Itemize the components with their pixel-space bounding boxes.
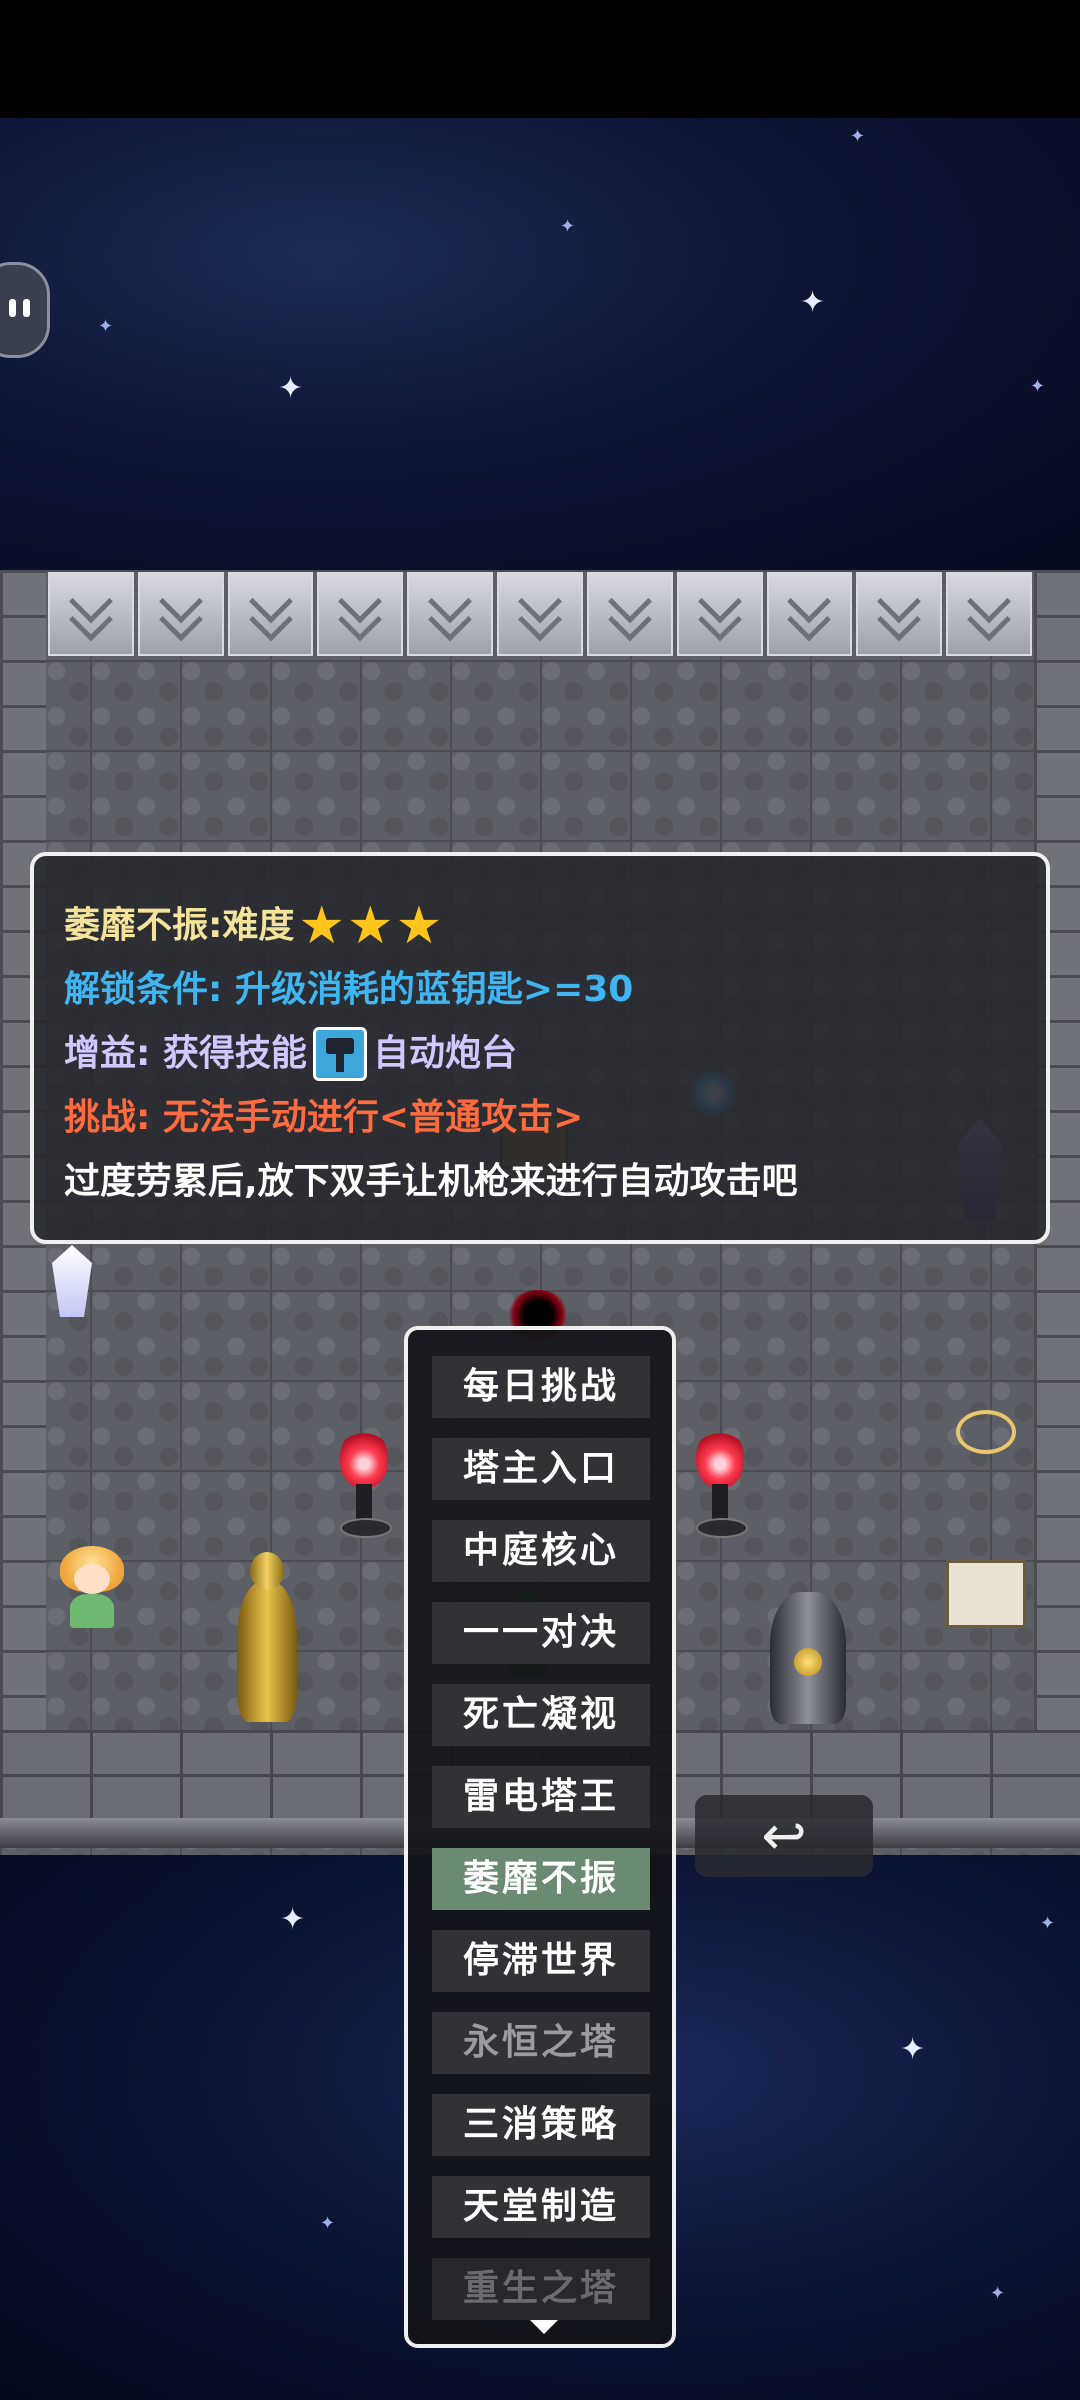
star-icon: ✦ xyxy=(280,1902,306,1937)
star-icon: ✦ xyxy=(278,371,304,406)
auto-turret-icon xyxy=(312,1027,367,1081)
challenge-title: 萎靡不振:难度 xyxy=(64,905,295,946)
red-torch xyxy=(690,1428,750,1538)
menu-item-duel[interactable]: 一一对决 xyxy=(432,1602,650,1664)
down-arrow-tile-icon[interactable] xyxy=(946,572,1032,656)
star-icon: ✦ xyxy=(320,2213,336,2234)
gain-prefix: 增益: 获得技能 xyxy=(64,1033,307,1074)
down-arrow-tile-icon[interactable] xyxy=(317,572,404,656)
challenge-menu: 每日挑战 塔主入口 中庭核心 一一对决 死亡凝视 雷电塔王 萎靡不振 停滞世界 … xyxy=(404,1326,676,2348)
challenge-title-line: 萎靡不振:难度 ★★★ xyxy=(64,894,1046,958)
chevron-down-icon[interactable] xyxy=(530,2320,558,2334)
eye-icon xyxy=(23,299,30,317)
star-icon: ✦ xyxy=(1040,1913,1056,1934)
down-arrow-tile-icon[interactable] xyxy=(407,572,494,656)
notebook[interactable] xyxy=(946,1560,1026,1628)
demon-statue[interactable] xyxy=(760,1552,856,1728)
menu-item-death-gaze[interactable]: 死亡凝视 xyxy=(432,1684,650,1746)
menu-item-match-three[interactable]: 三消策略 xyxy=(432,2094,650,2156)
gain-line: 增益: 获得技能 自动炮台 xyxy=(64,1022,1046,1086)
down-arrow-tile-icon[interactable] xyxy=(137,572,224,656)
back-button[interactable]: ↩ xyxy=(695,1795,873,1877)
undo-arrow-icon: ↩ xyxy=(761,1804,807,1867)
eye-icon xyxy=(9,299,16,317)
star-icon: ✦ xyxy=(800,285,826,320)
red-torch xyxy=(334,1428,394,1538)
fairy-npc[interactable] xyxy=(54,1546,130,1630)
challenge-rule: 挑战: 无法手动进行<普通攻击> xyxy=(64,1097,584,1138)
down-stair-gate-row xyxy=(48,572,1032,656)
down-arrow-tile-icon[interactable] xyxy=(48,572,134,656)
menu-item-atrium-core[interactable]: 中庭核心 xyxy=(432,1520,650,1582)
magic-circle[interactable] xyxy=(956,1410,1016,1454)
flame-icon xyxy=(696,1428,744,1488)
down-arrow-tile-icon[interactable] xyxy=(227,572,314,656)
down-arrow-tile-icon[interactable] xyxy=(586,572,673,656)
menu-item-heaven-made[interactable]: 天堂制造 xyxy=(432,2176,650,2238)
star-icon: ✦ xyxy=(98,316,114,337)
unlock-condition: 解锁条件: 升级消耗的蓝钥匙>=30 xyxy=(64,969,634,1010)
gain-skill-name: 自动炮台 xyxy=(372,1033,517,1074)
menu-item-eternal-tower[interactable]: 永恒之塔 xyxy=(432,2012,650,2074)
status-bar xyxy=(0,0,1080,118)
difficulty-stars: ★★★ xyxy=(298,896,445,956)
down-arrow-tile-icon[interactable] xyxy=(497,572,583,656)
menu-item-rebirth-tower[interactable]: 重生之塔 xyxy=(432,2258,650,2320)
challenge-info-panel: 萎靡不振:难度 ★★★ 解锁条件: 升级消耗的蓝钥匙>=30 增益: 获得技能 … xyxy=(30,852,1050,1244)
flame-icon xyxy=(340,1428,388,1488)
menu-item-thunder-king[interactable]: 雷电塔王 xyxy=(432,1766,650,1828)
star-icon: ✦ xyxy=(850,126,866,147)
menu-item-stagnant-world[interactable]: 停滞世界 xyxy=(432,1930,650,1992)
down-arrow-tile-icon[interactable] xyxy=(856,572,943,656)
star-icon: ✦ xyxy=(1030,376,1046,397)
star-icon: ✦ xyxy=(900,2032,926,2067)
flavor-text: 过度劳累后,放下双手让机枪来进行自动攻击吧 xyxy=(64,1161,798,1202)
golden-statue[interactable] xyxy=(222,1552,312,1728)
menu-item-daily-challenge[interactable]: 每日挑战 xyxy=(432,1356,650,1418)
menu-item-lethargy[interactable]: 萎靡不振 xyxy=(432,1848,650,1910)
star-icon: ✦ xyxy=(990,2283,1006,2304)
menu-item-tower-master-entrance[interactable]: 塔主入口 xyxy=(432,1438,650,1500)
down-arrow-tile-icon[interactable] xyxy=(676,572,763,656)
floating-assistant-button[interactable] xyxy=(0,262,50,358)
starfield-top: ✦ ✦ ✦ ✦ ✦ ✦ xyxy=(0,118,1080,570)
down-arrow-tile-icon[interactable] xyxy=(766,572,853,656)
star-icon: ✦ xyxy=(560,216,576,237)
